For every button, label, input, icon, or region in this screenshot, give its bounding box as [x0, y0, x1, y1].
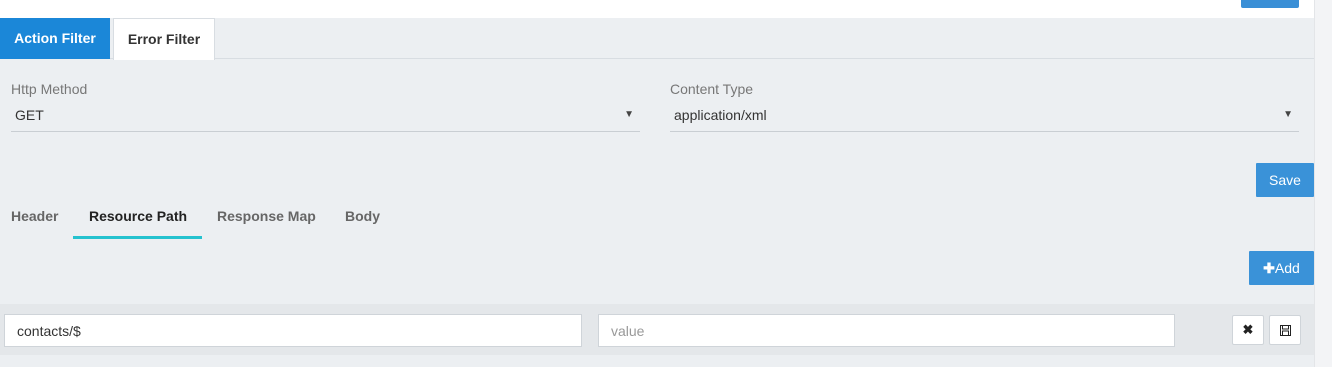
top-bar	[0, 0, 1314, 18]
add-button-label: Add	[1274, 260, 1300, 276]
content-type-value: application/xml	[674, 107, 767, 123]
close-icon: ✖	[1242, 322, 1254, 337]
tab-header[interactable]: Header	[11, 208, 58, 224]
chevron-down-icon: ▼	[624, 109, 634, 120]
http-method-select[interactable]: GET ▼	[11, 102, 640, 132]
tab-error-filter[interactable]: Error Filter	[113, 18, 215, 60]
save-row-button[interactable]	[1269, 315, 1301, 345]
tab-action-filter[interactable]: Action Filter	[0, 18, 110, 59]
floppy-disk-icon	[1279, 325, 1291, 337]
plus-icon: ✚	[1263, 260, 1275, 276]
tab-resource-path[interactable]: Resource Path	[89, 208, 187, 224]
chevron-down-icon: ▼	[1283, 109, 1293, 120]
delete-row-button[interactable]: ✖	[1232, 315, 1264, 345]
http-method-label: Http Method	[11, 81, 88, 97]
tab-response-map[interactable]: Response Map	[217, 208, 316, 224]
resource-key-input[interactable]	[4, 314, 582, 347]
top-action-button[interactable]	[1241, 0, 1299, 8]
filter-tabs: Action Filter Error Filter	[0, 18, 1314, 60]
content-type-label: Content Type	[670, 81, 754, 97]
content-type-select[interactable]: application/xml ▼	[670, 102, 1299, 132]
save-button[interactable]: Save	[1256, 163, 1314, 197]
http-method-value: GET	[15, 107, 44, 123]
bottom-strip	[0, 355, 1314, 367]
active-tab-indicator	[73, 236, 202, 239]
tab-body[interactable]: Body	[345, 208, 380, 224]
scrollbar[interactable]	[1314, 0, 1332, 367]
resource-value-input[interactable]	[598, 314, 1175, 347]
add-button[interactable]: ✚Add	[1249, 251, 1314, 285]
